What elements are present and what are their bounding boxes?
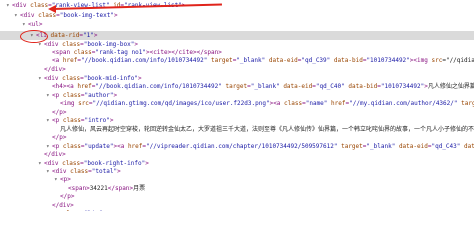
code-text: </p> [52, 109, 67, 116]
li-annotation-circle [20, 30, 48, 43]
code-line[interactable]: </div> [38, 150, 66, 159]
code-line[interactable]: </p> [46, 133, 66, 142]
code-text: </div> [44, 66, 66, 73]
code-text: </p> [60, 193, 75, 200]
code-text: </div> [52, 202, 74, 209]
annotation-arrow-head [48, 5, 56, 13]
code-text: 凡人修仙，风云再起时空穿梭，轮回逆转金仙太乙，大罗道祖三千大道，法则至尊《凡人修… [60, 126, 474, 133]
code-text: <p class="btn"> [52, 210, 106, 211]
code-text: <div class="total"> [52, 168, 121, 175]
code-line[interactable]: ▾ <p class="update"><a href="//vipreader.… [46, 142, 474, 151]
code-text: <span>34221</span>月票 [68, 185, 146, 192]
code-line[interactable]: </div> [38, 65, 66, 74]
code-line[interactable]: ▾ <div class="book-img-text"> [14, 11, 118, 20]
code-text: </div> [44, 151, 66, 158]
code-text: <div class="book-mid-info"> [44, 75, 142, 82]
code-text: </p> [52, 134, 67, 141]
code-line[interactable]: ▾ <p> [54, 175, 71, 184]
code-line[interactable]: 凡人修仙，风云再起时空穿梭，轮回逆转金仙太乙，大罗道祖三千大道，法则至尊《凡人修… [54, 125, 474, 134]
code-text: <div class="book-img-box"> [44, 41, 138, 48]
code-text: <p class="intro"> [52, 117, 114, 124]
code-text: <p> [60, 176, 71, 183]
code-text: <ul> [28, 21, 43, 28]
code-text: <span class="rank-tag no1"><cite></cite>… [52, 49, 222, 56]
html-source-view: ▾<div class="rank-view-list" id="rank-vi… [0, 0, 474, 211]
code-line[interactable]: <img src="//qidian.gtimg.com/qd/images/i… [54, 99, 474, 108]
code-text: <h4><a href="//book.qidian.com/info/1010… [52, 83, 474, 90]
code-text: <p class="author"> [52, 92, 118, 99]
code-line[interactable]: ▾<p class="btn"> [46, 209, 106, 211]
code-text: <div class="book-right-info"> [44, 160, 149, 167]
code-text: <p class="update"><a href="//vipreader.q… [52, 143, 474, 150]
code-line[interactable]: </p> [54, 192, 74, 201]
code-line[interactable]: ▾ <ul> [22, 20, 42, 29]
code-text: <a href="//book.qidian.com/info/10107344… [52, 57, 474, 64]
code-text: <img src="//qidian.gtimg.com/qd/images/i… [60, 100, 474, 107]
code-line[interactable]: ▾ <p class="intro"> [46, 116, 113, 125]
code-line[interactable]: <h4><a href="//book.qidian.com/info/1010… [46, 82, 474, 91]
code-line[interactable]: <a href="//book.qidian.com/info/10107344… [46, 56, 474, 65]
code-text: <div class="book-img-text"> [20, 12, 118, 19]
